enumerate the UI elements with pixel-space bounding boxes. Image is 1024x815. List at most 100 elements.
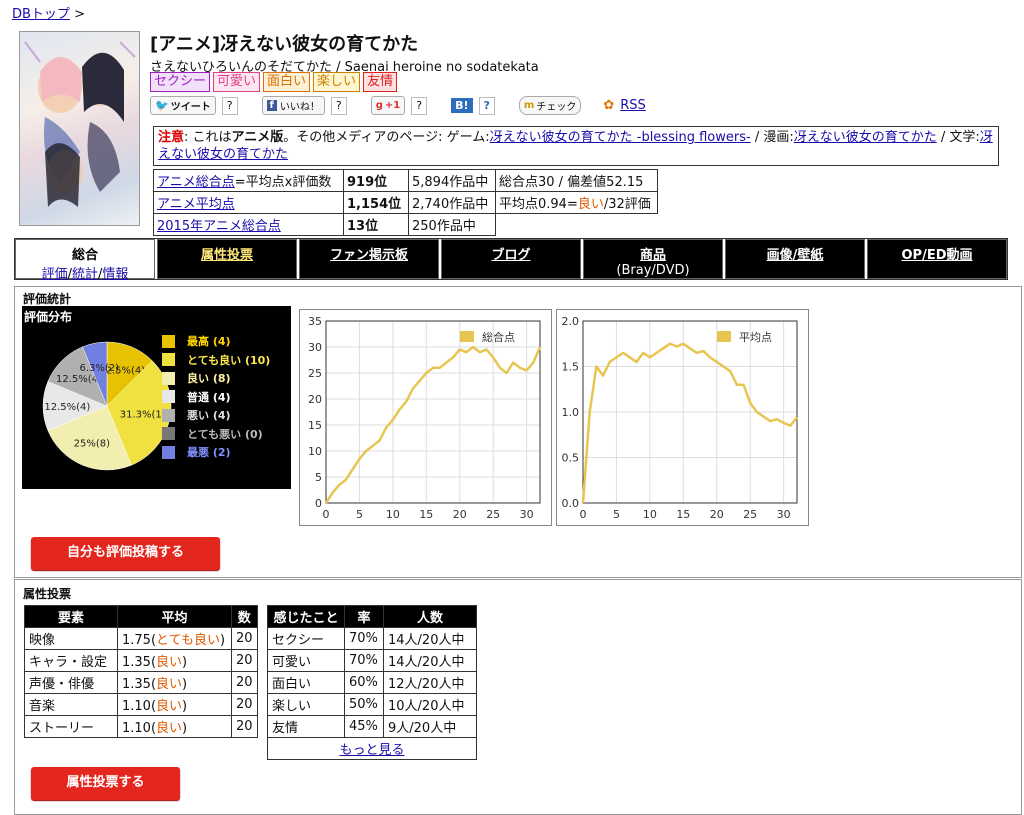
tag-friendship[interactable]: 友情 — [363, 72, 398, 92]
tag-list: セクシー 可愛い 面白い 楽しい 友情 — [150, 72, 398, 92]
legend-swatch — [162, 408, 175, 422]
x-tick-label: 25 — [486, 508, 500, 521]
sublink-info[interactable]: 情報 — [102, 267, 128, 282]
tab-overview[interactable]: 総合 評価/統計/情報 — [15, 239, 155, 282]
rss-link[interactable]: RSS — [620, 98, 646, 113]
breadcrumb-separator: > — [74, 7, 85, 22]
check-label: チェック — [536, 102, 577, 113]
check-button[interactable]: m チェック — [518, 96, 582, 115]
twitter-icon: 🐦 — [155, 99, 169, 112]
table-row: 友情 45% 9人/20人中 — [267, 715, 477, 738]
post-review-button[interactable]: 自分も評価投稿する — [31, 537, 220, 570]
tab-attribute-vote[interactable]: 属性投票 — [157, 239, 297, 279]
tag-fun[interactable]: 楽しい — [313, 72, 361, 92]
cover-illustration — [24, 41, 136, 207]
legend-swatch — [162, 371, 175, 385]
attr-average: 1.35(良い) — [117, 671, 232, 694]
pie-legend: 最高 (4) とても良い (10) 良い (8) 普通 (4) 悪い (4) とても悪い … — [162, 332, 270, 462]
legend-swatch — [162, 445, 175, 459]
media-notice: 注意: これはアニメ版。その他メディアのページ: ゲーム:冴えない彼女の育てかた… — [153, 126, 999, 166]
breadcrumb-db-top-link[interactable]: DBトップ — [12, 7, 70, 22]
cover-image[interactable] — [19, 31, 140, 226]
more-cell: もっと見る — [267, 737, 477, 760]
attr-average: 1.35(良い) — [117, 649, 232, 672]
tab-op-ed[interactable]: OP/ED動画 — [867, 239, 1007, 279]
tab-images[interactable]: 画像/壁紙 — [725, 239, 865, 279]
hatena-bookmark-button[interactable]: B! — [451, 98, 473, 113]
like-label: いいね！ — [279, 102, 320, 113]
manga-link[interactable]: 冴えない彼女の育てかた — [794, 130, 937, 145]
notice-text-4: / 文学: — [936, 130, 980, 145]
x-tick-label: 5 — [356, 508, 363, 521]
rank-name-link[interactable]: アニメ平均点 — [157, 197, 235, 212]
tag-sexy[interactable]: セクシー — [150, 72, 211, 92]
table-row: 可愛い 70% 14人/20人中 — [267, 649, 477, 672]
rank-name-cell: アニメ平均点 — [153, 191, 344, 214]
attr-people: 14人/20人中 — [383, 649, 477, 672]
attr-element: ストーリー — [24, 715, 118, 738]
tab-attribute-vote-label: 属性投票 — [200, 248, 253, 263]
legend-swatch — [717, 331, 731, 342]
sublink-stats[interactable]: 統計 — [72, 267, 98, 282]
like-button[interactable]: f いいね！ — [261, 96, 325, 115]
more-link[interactable]: もっと見る — [339, 743, 404, 758]
ranking-table: アニメ総合点=平均点x評価数 919位 5,894作品中 総合点30 / 偏差値… — [153, 169, 658, 236]
x-tick-label: 5 — [613, 508, 620, 521]
tag-funny[interactable]: 面白い — [263, 72, 311, 92]
x-tick-label: 20 — [453, 508, 467, 521]
x-tick-label: 10 — [643, 508, 657, 521]
table-row: もっと見る — [267, 737, 477, 760]
y-tick-label: 0.5 — [562, 452, 580, 465]
y-tick-label: 35 — [308, 315, 322, 328]
gplus-button[interactable]: g +1 — [370, 96, 406, 115]
gplus-count: ? — [411, 96, 428, 115]
sublink-review[interactable]: 評価 — [42, 267, 68, 282]
tab-products[interactable]: 商品 (Bray/DVD) — [583, 239, 723, 279]
gplus-label: +1 — [384, 100, 401, 111]
col-people: 人数 — [383, 605, 477, 628]
x-tick-label: 10 — [386, 508, 400, 521]
rank-name-link[interactable]: 2015年アニメ総合点 — [157, 219, 281, 234]
x-tick-label: 0 — [323, 508, 330, 521]
table-row: 音楽 1.10(良い) 20 — [24, 693, 258, 716]
rank-name-cell: アニメ総合点=平均点x評価数 — [153, 169, 344, 192]
attr-average: 1.10(良い) — [117, 715, 232, 738]
attr-people: 14人/20人中 — [383, 627, 477, 650]
y-tick-label: 1.0 — [562, 406, 580, 419]
attribute-average-table: 要素 平均 数 映像 1.75(とても良い) 20 キャラ・設定 1.35(良い)… — [24, 605, 258, 738]
attr-average-rating: 良い — [156, 699, 183, 714]
tab-blog[interactable]: ブログ — [441, 239, 581, 279]
attr-average-close: ) — [182, 677, 188, 692]
y-tick-label: 2.0 — [562, 315, 580, 328]
attr-average: 1.10(良い) — [117, 693, 232, 716]
rank-extra — [496, 214, 658, 236]
tweet-button[interactable]: 🐦 ツイート — [150, 96, 216, 115]
pie-slice-label: 25%(8) — [74, 439, 110, 450]
notice-label: 注意 — [158, 130, 185, 145]
attr-average-close: ) — [182, 655, 188, 670]
y-tick-label: 1.5 — [562, 361, 580, 374]
pie-slice-label: 6.3%(2) — [79, 363, 119, 374]
tab-products-sub: (Bray/DVD) — [616, 263, 690, 278]
rss-icon: ✿ — [603, 98, 615, 113]
rank-name-link[interactable]: アニメ総合点 — [157, 175, 235, 190]
y-tick-label: 20 — [308, 393, 322, 406]
attr-rate: 70% — [344, 627, 384, 650]
hatena-count: ? — [478, 96, 495, 115]
attr-people: 10人/20人中 — [383, 693, 477, 716]
game-link[interactable]: 冴えない彼女の育てかた -blessing flowers- — [490, 130, 751, 145]
legend-item: 悪い (4) — [162, 406, 270, 425]
legend-label: 普通 (4) — [187, 390, 231, 404]
x-tick-label: 15 — [676, 508, 690, 521]
tab-fan-board[interactable]: ファン掲示板 — [299, 239, 439, 279]
y-tick-label: 10 — [308, 445, 322, 458]
y-tick-label: 30 — [308, 341, 322, 354]
attr-element: キャラ・設定 — [24, 649, 118, 672]
attribute-vote-button[interactable]: 属性投票する — [31, 767, 180, 800]
rank-position: 919位 — [343, 169, 409, 192]
tag-cute[interactable]: 可愛い — [213, 72, 261, 92]
x-tick-label: 15 — [419, 508, 433, 521]
legend-item: 最高 (4) — [162, 332, 270, 351]
legend-label: 良い (8) — [187, 372, 231, 386]
table-row: 声優・俳優 1.35(良い) 20 — [24, 671, 258, 694]
